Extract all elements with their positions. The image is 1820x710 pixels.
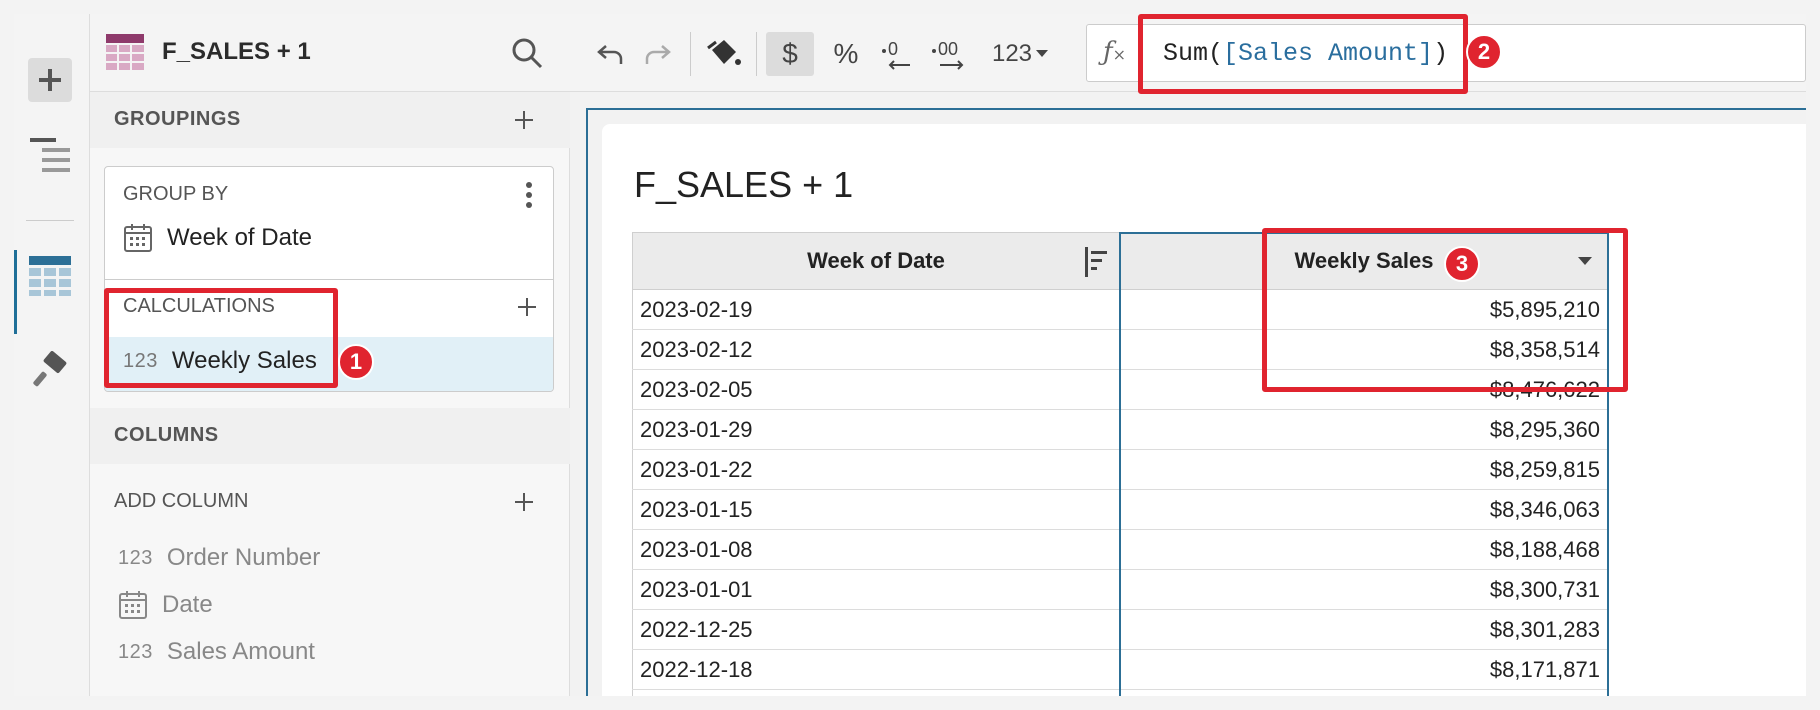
groupings-section-header: GROUPINGS [90,92,570,148]
add-column-label: ADD COLUMN [114,490,249,512]
number-type-icon: 123 [118,546,153,569]
element-title: F_SALES + 1 [634,164,854,205]
fill-color-button[interactable] [702,32,746,76]
column-item-label: Date [162,591,213,618]
undo-button[interactable] [590,32,630,76]
columns-section-header: COLUMNS [90,408,570,464]
table-element[interactable]: F_SALES + 1 Week of Date Weekly Sales 20… [602,124,1806,696]
number-format-label: 123 [991,40,1033,67]
date-cell: 2022-12-25 [640,617,753,642]
column-header-label: Week of Date [807,248,945,273]
date-cell: 2023-02-12 [640,337,753,362]
paint-bucket-icon [707,40,741,65]
annotation-box-2 [1138,14,1468,94]
increase-decimal-button[interactable]: 00 [926,32,974,76]
chevron-down-icon [1036,50,1049,57]
annotation-box-3 [1262,228,1628,392]
date-cell: 2022-12-18 [640,657,753,682]
data-panel-button[interactable] [28,254,72,298]
add-column-plus-icon[interactable] [512,490,536,514]
undo-icon [597,45,623,64]
number-type-icon: 123 [118,640,153,663]
add-grouping-plus-icon[interactable] [512,108,536,132]
format-panel-button[interactable] [28,348,72,392]
add-calculation-plus-icon[interactable] [515,295,539,319]
function-icon: ƒ× [1103,37,1127,67]
date-cell: 2023-01-01 [640,577,753,602]
date-cell: 2023-02-19 [640,297,753,322]
column-item-date[interactable]: Date [118,590,213,620]
currency-format-button[interactable]: $ [766,32,814,76]
groupings-label: GROUPINGS [114,108,241,130]
workbook-canvas: F_SALES + 1 Week of Date Weekly Sales 20… [570,92,1806,696]
column-header-week-of-date[interactable]: Week of Date [632,232,1120,290]
sort-icon[interactable] [1085,247,1109,277]
increase-decimal-icon: 00 [932,39,964,70]
column-item-order-number[interactable]: 123 Order Number [118,544,320,572]
column-item-label: Sales Amount [166,638,315,665]
toolbar-divider [756,32,757,76]
date-cell: 2023-02-05 [640,377,753,402]
add-element-button[interactable] [28,58,72,102]
group-by-item-label: Week of Date [167,224,312,251]
date-cell: 2023-01-29 [640,417,753,442]
search-icon[interactable] [510,36,544,70]
redo-button[interactable] [638,32,678,76]
panel-header: F_SALES + 1 [90,14,570,92]
table-icon [29,256,71,296]
annotation-badge-2: 2 [1466,34,1502,70]
rail-active-indicator [14,250,17,334]
annotation-box-1 [104,288,338,388]
annotation-badge-1: 1 [338,344,374,380]
toolbar-divider [690,32,691,76]
number-format-dropdown[interactable]: 123 [984,32,1056,76]
table-icon [106,34,144,70]
card-divider [105,279,553,280]
panel-title: F_SALES + 1 [162,38,311,65]
annotation-badge-3: 3 [1444,246,1480,282]
svg-text:00: 00 [938,39,958,59]
date-cell: 2023-01-15 [640,497,753,522]
group-by-item[interactable]: Week of Date [123,223,312,253]
more-options-icon[interactable] [525,181,533,209]
outline-icon [30,138,70,172]
decrease-decimal-icon: 0 [882,39,910,70]
rail-divider [26,220,74,221]
decrease-decimal-button[interactable]: 0 [876,32,920,76]
columns-label: COLUMNS [114,424,219,446]
plus-icon [39,69,61,91]
percent-format-button[interactable]: % [824,32,868,76]
outline-button[interactable] [28,132,72,176]
redo-icon [645,45,671,64]
left-rail [14,14,90,696]
date-cell: 2023-01-08 [640,537,753,562]
calendar-icon [119,591,147,619]
calendar-icon [124,224,152,252]
group-by-label: GROUP BY [123,183,229,205]
app-window: F_SALES + 1 GROUPINGS GROUP BY Week of D… [0,0,1820,710]
column-item-label: Order Number [166,544,321,571]
svg-text:0: 0 [888,39,898,59]
paintbrush-icon [33,351,67,387]
column-item-sales-amount[interactable]: 123 Sales Amount [118,638,315,666]
date-cell: 2023-01-22 [640,457,753,482]
